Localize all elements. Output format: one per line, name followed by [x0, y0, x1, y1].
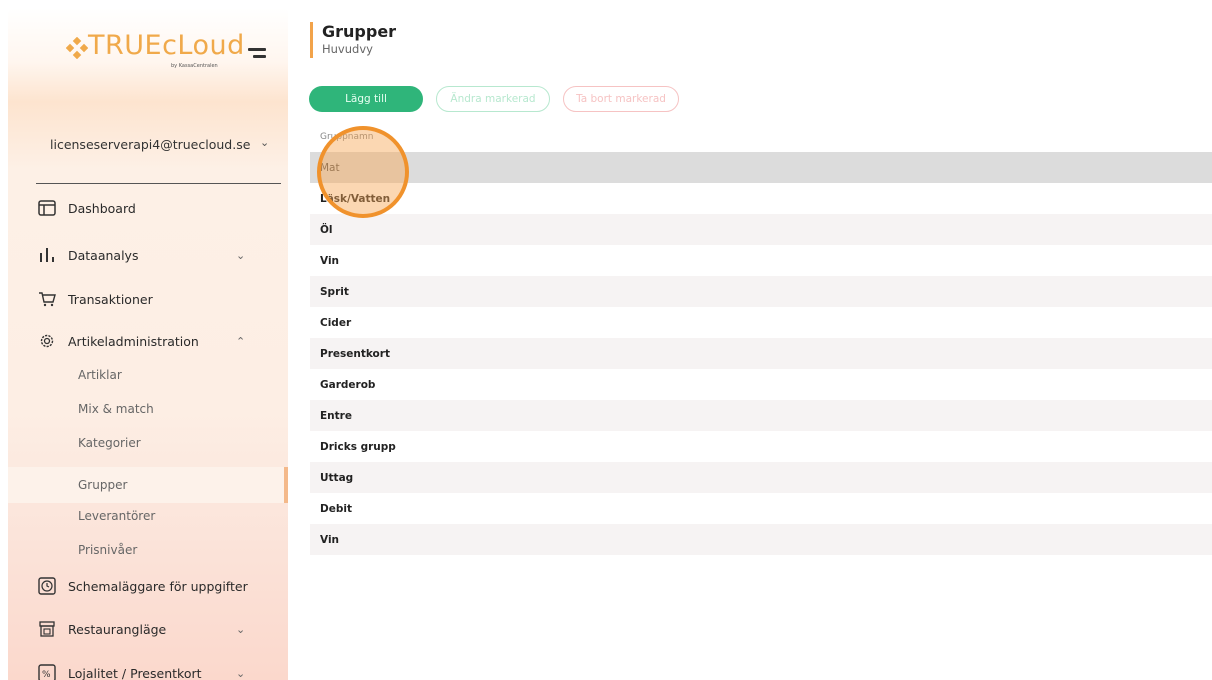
table-row[interactable]: Uttag	[310, 462, 1212, 493]
bar-chart-icon	[36, 246, 58, 264]
table-row[interactable]: Öl	[310, 214, 1212, 245]
table-row[interactable]: Cider	[310, 307, 1212, 338]
active-item-indicator	[284, 467, 288, 503]
chevron-down-icon: ⌄	[236, 248, 246, 262]
page-title: Grupper	[322, 22, 397, 41]
nav-dashboard-label: Dashboard	[68, 200, 136, 216]
chevron-down-icon: ⌄	[260, 136, 270, 149]
gear-icon	[36, 332, 58, 350]
sub-item-artiklar[interactable]: Artiklar	[78, 363, 122, 387]
store-icon	[36, 620, 58, 638]
nav-dashboard[interactable]: Dashboard	[28, 193, 268, 223]
logo-text: TRUEcLoud	[88, 30, 245, 61]
table-row[interactable]: Läsk/Vatten	[310, 183, 1212, 214]
delete-selected-button[interactable]: Ta bort markerad	[563, 86, 679, 112]
main-content: Grupper Huvudvy Lägg till Ändra markerad…	[295, 0, 1212, 680]
sub-item-leverantorer[interactable]: Leverantörer	[78, 504, 155, 528]
nav-lojalitet-label: Lojalitet / Presentkort	[68, 665, 202, 680]
sub-item-grupper[interactable]: Grupper	[78, 467, 127, 503]
page-subtitle: Huvudvy	[322, 42, 373, 56]
nav-lojalitet[interactable]: % Lojalitet / Presentkort ⌄	[28, 658, 268, 680]
account-selector[interactable]: licenseserverapi4@truecloud.se ⌄	[36, 130, 281, 184]
table-row[interactable]: Garderob	[310, 369, 1212, 400]
add-button[interactable]: Lägg till	[309, 86, 423, 112]
chevron-down-icon: ⌄	[236, 666, 246, 680]
nav-schemalaggare[interactable]: Schemaläggare för uppgifter	[28, 571, 268, 601]
sidebar: TRUEcLoud by KassaCentralen licenseserve…	[8, 8, 288, 680]
nav-dataanalys[interactable]: Dataanalys ⌄	[28, 240, 268, 270]
chevron-up-icon: ⌃	[236, 334, 246, 348]
sub-item-mix-match[interactable]: Mix & match	[78, 397, 154, 421]
nav-artikeladministration[interactable]: Artikeladministration ⌃	[28, 326, 268, 356]
logo-subtext: by KassaCentralen	[171, 63, 218, 69]
nav-schemalaggare-label: Schemaläggare för uppgifter	[68, 578, 248, 594]
account-email: licenseserverapi4@truecloud.se	[50, 137, 251, 152]
nav-artikeladministration-label: Artikeladministration	[68, 333, 199, 349]
logo[interactable]: TRUEcLoud by KassaCentralen	[8, 8, 288, 83]
sub-item-kategorier[interactable]: Kategorier	[78, 431, 141, 455]
table-body: Mat Läsk/Vatten Öl Vin Sprit Cider Prese…	[310, 152, 1212, 555]
nav-restauranglage[interactable]: Restaurangläge ⌄	[28, 614, 268, 644]
table-row[interactable]: Debit	[310, 493, 1212, 524]
percent-icon: %	[36, 664, 58, 680]
column-header-gruppnamn[interactable]: Gruppnamn	[310, 122, 1212, 152]
nav-transaktioner-label: Transaktioner	[68, 291, 153, 307]
table-row[interactable]: Presentkort	[310, 338, 1212, 369]
table-row[interactable]: Vin	[310, 524, 1212, 555]
table-row[interactable]: Entre	[310, 400, 1212, 431]
chevron-down-icon: ⌄	[236, 622, 246, 636]
edit-selected-button[interactable]: Ändra markerad	[436, 86, 550, 112]
clock-icon	[36, 577, 58, 595]
nav-restauranglage-label: Restaurangläge	[68, 621, 167, 637]
table-row[interactable]: Sprit	[310, 276, 1212, 307]
nav-dataanalys-label: Dataanalys	[68, 247, 139, 263]
svg-text:%: %	[42, 670, 51, 680]
menu-toggle-icon[interactable]	[248, 48, 266, 60]
table-row[interactable]: Vin	[310, 245, 1212, 276]
logo-diamond-icon	[66, 37, 88, 59]
cart-icon	[36, 290, 58, 308]
title-accent-bar	[310, 22, 313, 58]
table-row[interactable]: Mat	[310, 152, 1212, 183]
active-item-highlight	[8, 467, 288, 503]
sub-item-prisnivaer[interactable]: Prisnivåer	[78, 538, 137, 562]
groups-table: Gruppnamn Mat Läsk/Vatten Öl Vin Sprit C…	[310, 122, 1212, 555]
dashboard-icon	[36, 199, 58, 217]
nav-transaktioner[interactable]: Transaktioner	[28, 284, 268, 314]
table-row[interactable]: Dricks grupp	[310, 431, 1212, 462]
